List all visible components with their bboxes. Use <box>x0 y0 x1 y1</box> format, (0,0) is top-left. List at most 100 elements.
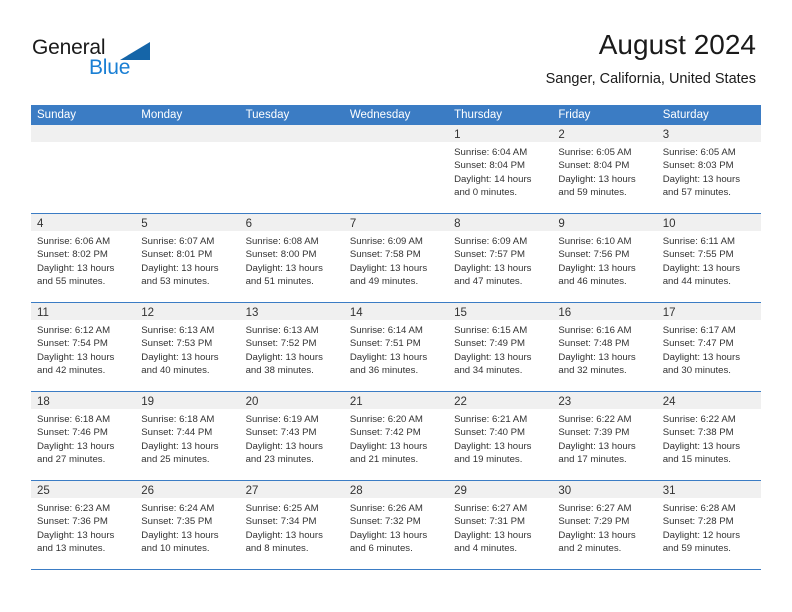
calendar-day-cell[interactable]: 24 Sunrise: 6:22 AM Sunset: 7:38 PM Dayligh… <box>656 392 761 480</box>
day-number: 26 <box>141 485 155 497</box>
calendar-day-cell[interactable]: 18 Sunrise: 6:18 AM Sunset: 7:46 PM Dayligh… <box>31 392 136 480</box>
day-number-band: 6 <box>239 214 344 231</box>
day-number-band: 22 <box>448 392 553 409</box>
day-details: Sunrise: 6:27 AM Sunset: 7:31 PM Daylight:… <box>448 498 552 556</box>
day-number-band: 15 <box>448 303 553 320</box>
daylight-duration-line2: and 42 minutes. <box>37 365 106 377</box>
sunrise-time: Sunrise: 6:18 AM <box>37 414 111 425</box>
sunrise-time: Sunrise: 6:13 AM <box>141 325 215 336</box>
calendar-day-cell[interactable]: 4 Sunrise: 6:06 AM Sunset: 8:02 PM Daylight… <box>31 214 136 302</box>
day-number-band: 14 <box>343 303 449 320</box>
day-details: Sunrise: 6:04 AM Sunset: 8:04 PM Daylight:… <box>448 142 552 200</box>
daylight-duration-line2: and 59 minutes. <box>558 187 627 199</box>
sunrise-time: Sunrise: 6:27 AM <box>558 503 632 514</box>
calendar-day-cell[interactable]: 19 Sunrise: 6:18 AM Sunset: 7:44 PM Dayligh… <box>135 392 240 480</box>
calendar-day-cell[interactable]: 5 Sunrise: 6:07 AM Sunset: 8:01 PM Daylight… <box>135 214 240 302</box>
daylight-duration-line1: Daylight: 13 hours <box>662 351 741 363</box>
daylight-duration-line1: Daylight: 13 hours <box>349 262 428 274</box>
day-number: 10 <box>662 218 676 230</box>
calendar-day-cell[interactable]: 21 Sunrise: 6:20 AM Sunset: 7:42 PM Dayligh… <box>343 392 449 480</box>
sunrise-time: Sunrise: 6:28 AM <box>662 503 736 514</box>
calendar-day-cell[interactable]: 9 Sunrise: 6:10 AM Sunset: 7:56 PM Daylight… <box>552 214 657 302</box>
calendar-day-cell[interactable]: 25 Sunrise: 6:23 AM Sunset: 7:36 PM Dayligh… <box>31 481 136 569</box>
daylight-duration-line1: Daylight: 13 hours <box>662 262 741 274</box>
day-details: Sunrise: 6:27 AM Sunset: 7:29 PM Daylight:… <box>552 498 656 556</box>
general-blue-logo[interactable]: General Blue <box>32 36 172 84</box>
sunrise-time: Sunrise: 6:08 AM <box>245 236 319 247</box>
calendar-day-cell[interactable]: 20 Sunrise: 6:19 AM Sunset: 7:43 PM Dayligh… <box>239 392 344 480</box>
calendar-day-cell[interactable]: 13 Sunrise: 6:13 AM Sunset: 7:52 PM Dayligh… <box>239 303 344 391</box>
calendar-day-cell[interactable]: 28 Sunrise: 6:26 AM Sunset: 7:32 PM Dayligh… <box>343 481 449 569</box>
day-details: Sunrise: 6:19 AM Sunset: 7:43 PM Daylight:… <box>240 409 344 467</box>
logo-text-blue: Blue <box>89 56 131 79</box>
daylight-duration-line1: Daylight: 13 hours <box>558 173 636 185</box>
day-number-band: 23 <box>552 392 657 409</box>
calendar-page: General Blue August 2024 Sanger, Califor… <box>0 0 792 612</box>
calendar-day-cell[interactable]: 3 Sunrise: 6:05 AM Sunset: 8:03 PM Daylight… <box>656 125 761 213</box>
sunrise-time: Sunrise: 6:05 AM <box>558 147 632 158</box>
daylight-duration-line2: and 40 minutes. <box>141 365 210 377</box>
calendar-day-cell[interactable]: 10 Sunrise: 6:11 AM Sunset: 7:55 PM Dayligh… <box>656 214 761 302</box>
day-details: Sunrise: 6:15 AM Sunset: 7:49 PM Daylight:… <box>448 320 552 378</box>
calendar-day-cell[interactable]: 26 Sunrise: 6:24 AM Sunset: 7:35 PM Dayligh… <box>135 481 240 569</box>
day-number: 23 <box>558 396 572 408</box>
day-number: 8 <box>454 218 461 230</box>
daylight-duration-line2: and 4 minutes. <box>454 543 518 555</box>
day-number-band <box>239 125 344 142</box>
calendar-day-cell[interactable]: 16 Sunrise: 6:16 AM Sunset: 7:48 PM Dayligh… <box>552 303 657 391</box>
daylight-duration-line2: and 38 minutes. <box>245 365 314 377</box>
calendar-day-cell[interactable]: 29 Sunrise: 6:27 AM Sunset: 7:31 PM Dayligh… <box>448 481 553 569</box>
page-header: General Blue August 2024 Sanger, Califor… <box>0 0 792 100</box>
calendar-day-cell[interactable]: 6 Sunrise: 6:08 AM Sunset: 8:00 PM Daylight… <box>239 214 344 302</box>
day-number: 12 <box>141 307 155 319</box>
calendar-day-cell[interactable]: 1 Sunrise: 6:04 AM Sunset: 8:04 PM Daylight… <box>448 125 553 213</box>
title-block: August 2024 Sanger, California, United S… <box>546 28 756 88</box>
daylight-duration-line1: Daylight: 13 hours <box>349 351 428 363</box>
daylight-duration-line2: and 55 minutes. <box>37 276 106 288</box>
calendar-day-cell[interactable]: 14 Sunrise: 6:14 AM Sunset: 7:51 PM Dayligh… <box>343 303 449 391</box>
calendar-day-cell[interactable]: 11 Sunrise: 6:12 AM Sunset: 7:54 PM Dayligh… <box>31 303 136 391</box>
sunrise-time: Sunrise: 6:09 AM <box>349 236 423 247</box>
calendar-day-cell[interactable]: 30 Sunrise: 6:27 AM Sunset: 7:29 PM Dayligh… <box>552 481 657 569</box>
dow-thursday: Thursday <box>454 109 503 121</box>
calendar-day-cell[interactable]: 22 Sunrise: 6:21 AM Sunset: 7:40 PM Dayligh… <box>448 392 553 480</box>
dow-wednesday: Wednesday <box>349 109 411 121</box>
calendar-cell-empty <box>343 125 449 213</box>
sunset-time: Sunset: 7:53 PM <box>141 338 213 350</box>
sunset-time: Sunset: 7:51 PM <box>349 338 421 350</box>
sunset-time: Sunset: 7:58 PM <box>349 249 421 261</box>
calendar-cell-empty <box>239 125 344 213</box>
day-number-band: 20 <box>239 392 344 409</box>
day-number-band <box>343 125 449 142</box>
calendar-day-cell[interactable]: 8 Sunrise: 6:09 AM Sunset: 7:57 PM Daylight… <box>448 214 553 302</box>
calendar-day-cell[interactable]: 27 Sunrise: 6:25 AM Sunset: 7:34 PM Dayligh… <box>239 481 344 569</box>
sunset-time: Sunset: 7:34 PM <box>245 516 317 528</box>
day-details: Sunrise: 6:13 AM Sunset: 7:52 PM Daylight:… <box>240 320 344 378</box>
calendar-day-cell[interactable]: 17 Sunrise: 6:17 AM Sunset: 7:47 PM Dayligh… <box>656 303 761 391</box>
day-number-band: 12 <box>135 303 240 320</box>
daylight-duration-line1: Daylight: 13 hours <box>141 262 219 274</box>
daylight-duration-line2: and 59 minutes. <box>662 543 731 555</box>
day-details: Sunrise: 6:06 AM Sunset: 8:02 PM Daylight:… <box>31 231 135 289</box>
sunset-time: Sunset: 7:56 PM <box>558 249 630 261</box>
calendar-day-cell[interactable]: 12 Sunrise: 6:13 AM Sunset: 7:53 PM Dayligh… <box>135 303 240 391</box>
daylight-duration-line1: Daylight: 13 hours <box>245 440 323 452</box>
day-details: Sunrise: 6:13 AM Sunset: 7:53 PM Daylight:… <box>135 320 239 378</box>
sunset-time: Sunset: 7:40 PM <box>454 427 526 439</box>
daylight-duration-line2: and 30 minutes. <box>662 365 731 377</box>
day-number-band: 4 <box>31 214 136 231</box>
dow-sunday: Sunday <box>37 109 77 121</box>
daylight-duration-line2: and 6 minutes. <box>349 543 413 555</box>
sunrise-time: Sunrise: 6:12 AM <box>37 325 111 336</box>
calendar-day-cell[interactable]: 15 Sunrise: 6:15 AM Sunset: 7:49 PM Dayligh… <box>448 303 553 391</box>
calendar-day-cell[interactable]: 31 Sunrise: 6:28 AM Sunset: 7:28 PM Dayligh… <box>656 481 761 569</box>
sunrise-time: Sunrise: 6:21 AM <box>454 414 528 425</box>
calendar-day-cell[interactable]: 7 Sunrise: 6:09 AM Sunset: 7:58 PM Daylight… <box>343 214 449 302</box>
daylight-duration-line1: Daylight: 12 hours <box>662 529 741 541</box>
day-details: Sunrise: 6:22 AM Sunset: 7:38 PM Daylight:… <box>657 409 761 467</box>
calendar-day-cell[interactable]: 23 Sunrise: 6:22 AM Sunset: 7:39 PM Dayligh… <box>552 392 657 480</box>
day-details: Sunrise: 6:24 AM Sunset: 7:35 PM Daylight:… <box>135 498 239 556</box>
calendar-day-cell[interactable]: 2 Sunrise: 6:05 AM Sunset: 8:04 PM Daylight… <box>552 125 657 213</box>
calendar-week-row: 11 Sunrise: 6:12 AM Sunset: 7:54 PM Dayligh… <box>31 303 761 392</box>
dow-saturday: Saturday <box>662 109 709 121</box>
